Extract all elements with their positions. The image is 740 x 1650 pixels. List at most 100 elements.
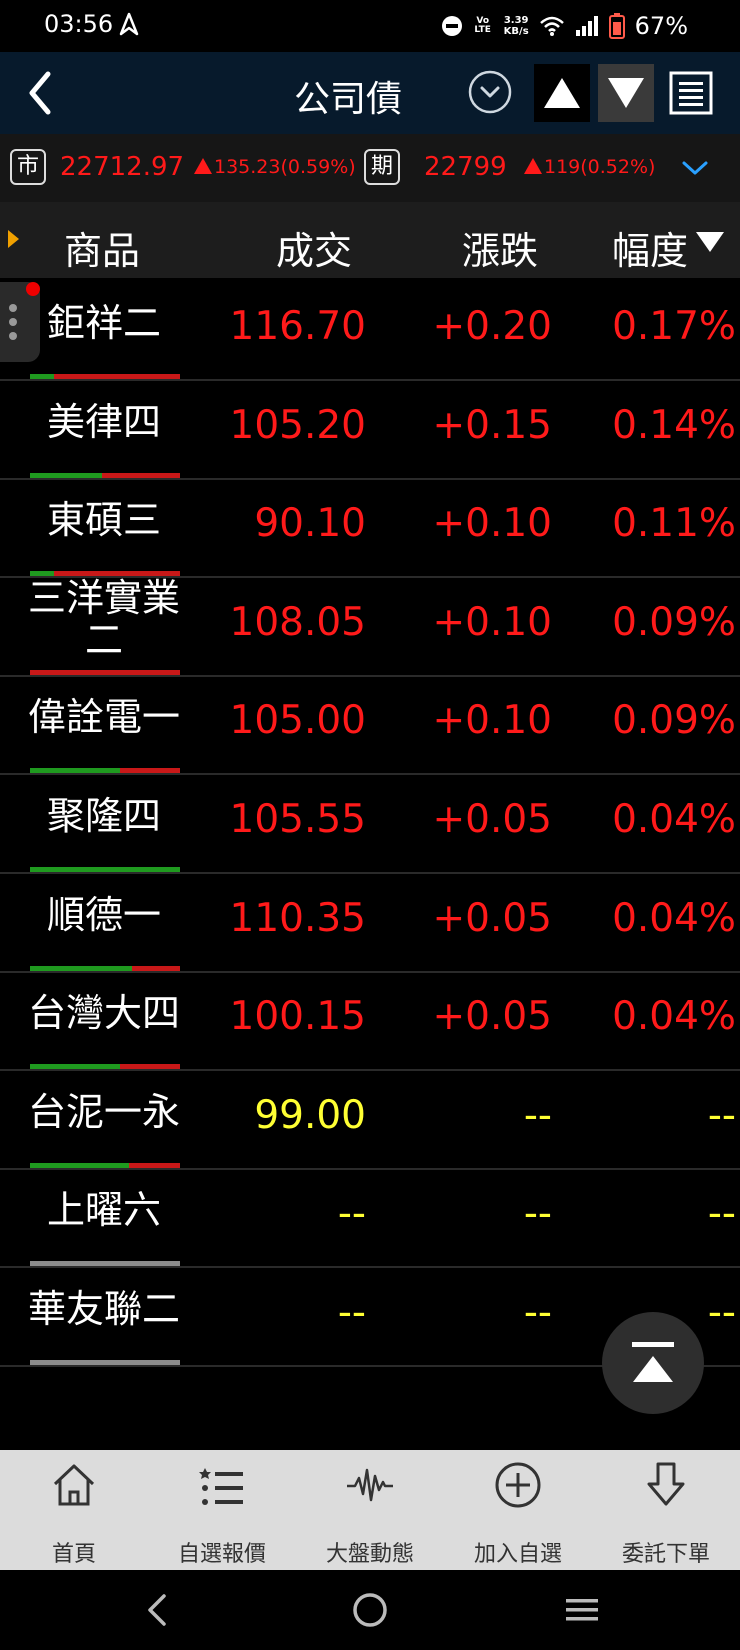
bond-name: 台灣大四 xyxy=(27,991,180,1036)
price-change: +0.10 xyxy=(432,501,552,547)
column-change[interactable]: 漲跌 xyxy=(462,220,538,275)
nav-market-pulse-label: 大盤動態 xyxy=(325,1542,414,1567)
column-percent[interactable]: 幅度 xyxy=(612,220,688,275)
change-percent: 0.04% xyxy=(612,797,736,842)
bond-name: 鉅祥二 xyxy=(46,301,161,345)
change-percent: 0.09% xyxy=(612,698,736,744)
change-percent: 0.04% xyxy=(612,895,736,941)
column-price[interactable]: 成交 xyxy=(276,220,352,275)
nav-watchlist[interactable]: 自選報價 xyxy=(148,1450,296,1570)
table-row[interactable]: 台灣大四 100.15 +0.05 0.04% xyxy=(0,968,740,1072)
price-change: -- xyxy=(523,1191,552,1237)
column-header: 商品 成交 漲跌 幅度 xyxy=(0,202,740,278)
futures-index-value: 22799 xyxy=(424,152,507,182)
nav-home-label: 首頁 xyxy=(51,1542,96,1567)
network-speed: 3.39 KB/s xyxy=(503,15,529,37)
system-home-icon[interactable] xyxy=(350,1590,390,1630)
table-row[interactable]: 鉅祥二 116.70 +0.20 0.17% xyxy=(0,278,740,381)
dot-icon xyxy=(9,332,17,340)
table-row[interactable]: 上曜六 -- -- -- xyxy=(0,1165,740,1269)
trade-price: 105.00 xyxy=(229,698,366,744)
nav-market-pulse[interactable]: 大盤動態 xyxy=(296,1450,444,1570)
nav-add-watchlist-label: 加入自選 xyxy=(473,1542,562,1567)
index-ticker-bar[interactable]: 市 22712.97 135.23(0.59%) 期 22799 119(0.5… xyxy=(0,134,740,202)
table-row[interactable]: 順德一 110.35 +0.05 0.04% xyxy=(0,870,740,973)
system-back-icon[interactable] xyxy=(138,1590,178,1630)
change-percent: 0.04% xyxy=(612,994,736,1040)
price-change: +0.10 xyxy=(432,698,552,744)
bond-name: 華友聯二 xyxy=(27,1287,180,1331)
change-percent: -- xyxy=(707,1191,736,1237)
dot-icon xyxy=(9,318,17,326)
change-percent: 0.09% xyxy=(612,599,736,645)
battery-icon xyxy=(608,13,625,39)
bond-quote-list[interactable]: 鉅祥二 116.70 +0.20 0.17% 美律四 105.20 +0.15 0.14% 東碩… xyxy=(0,278,740,1450)
bottom-navigation: 首頁 自選報價 大盤動態 加入自選 委託下單 xyxy=(0,1450,740,1570)
trade-price: 108.05 xyxy=(229,599,366,645)
price-change: -- xyxy=(523,1290,552,1335)
up-triangle-icon xyxy=(194,158,212,174)
table-row[interactable]: 偉詮電一 105.00 +0.10 0.09% xyxy=(0,672,740,776)
spot-index-change: 135.23(0.59%) xyxy=(194,156,356,178)
price-change: +0.05 xyxy=(432,797,552,842)
up-triangle-icon xyxy=(524,158,542,174)
volume-ratio-bar xyxy=(30,1360,180,1365)
notification-dot xyxy=(26,282,40,296)
table-row[interactable]: 美律四 105.20 +0.15 0.14% xyxy=(0,377,740,480)
chevron-down-icon[interactable] xyxy=(680,156,710,180)
change-percent: 0.11% xyxy=(612,501,736,547)
sort-descending-icon[interactable] xyxy=(696,232,724,252)
trade-price: 90.10 xyxy=(254,501,366,547)
bond-name: 美律四 xyxy=(46,399,161,444)
trade-price: 105.55 xyxy=(229,797,366,842)
nav-add-watchlist[interactable]: 加入自選 xyxy=(444,1450,592,1570)
bond-name: 東碩三 xyxy=(46,498,161,543)
chevron-down-circle-icon[interactable] xyxy=(468,70,512,114)
spot-market-badge: 市 xyxy=(10,149,46,185)
next-button[interactable] xyxy=(598,64,654,122)
table-row[interactable]: 三洋實業二 108.05 +0.10 0.09% xyxy=(0,574,740,677)
change-percent: -- xyxy=(707,1092,736,1138)
change-percent: 0.14% xyxy=(612,402,736,448)
price-change: +0.15 xyxy=(432,402,552,448)
table-row[interactable]: 台泥一永 99.00 -- -- xyxy=(0,1067,740,1170)
back-arrow-icon[interactable] xyxy=(14,64,70,122)
trade-price: -- xyxy=(337,1191,366,1237)
scroll-to-top-button[interactable] xyxy=(602,1312,704,1414)
wifi-icon xyxy=(539,16,564,36)
triangle-up-icon xyxy=(544,78,580,108)
previous-button[interactable] xyxy=(534,64,590,122)
status-bar: 03:56 Vo LTE 3.39 KB/s 67% xyxy=(0,0,740,52)
table-row[interactable]: 聚隆四 105.55 +0.05 0.04% xyxy=(0,771,740,874)
system-navigation-bar xyxy=(0,1570,740,1650)
scroll-top-icon xyxy=(632,1342,674,1382)
column-product[interactable]: 商品 xyxy=(64,220,140,275)
price-change: -- xyxy=(523,1092,552,1138)
nav-home[interactable]: 首頁 xyxy=(0,1450,148,1570)
expand-marker-icon[interactable] xyxy=(8,230,19,248)
table-row[interactable]: 東碩三 90.10 +0.10 0.11% xyxy=(0,475,740,579)
nav-place-order-label: 委託下單 xyxy=(621,1542,710,1567)
navigation-arrow-icon xyxy=(119,12,139,36)
price-change: +0.05 xyxy=(432,895,552,941)
add-circle-icon xyxy=(495,1462,541,1508)
home-icon xyxy=(53,1464,95,1506)
trade-price: 100.15 xyxy=(229,994,366,1040)
price-change: +0.20 xyxy=(432,304,552,349)
futures-index-change: 119(0.52%) xyxy=(524,156,655,178)
bond-name: 三洋實業二 xyxy=(27,575,180,662)
do-not-disturb-icon xyxy=(441,16,462,36)
dot-icon xyxy=(9,304,17,312)
list-menu-icon[interactable] xyxy=(668,70,714,116)
nav-place-order[interactable]: 委託下單 xyxy=(592,1450,740,1570)
trade-price: 99.00 xyxy=(254,1092,366,1138)
status-time: 03:56 xyxy=(44,10,114,38)
watchlist-icon xyxy=(199,1468,243,1505)
order-down-icon xyxy=(647,1462,685,1506)
price-change: +0.05 xyxy=(432,994,552,1040)
system-recents-icon[interactable] xyxy=(562,1590,602,1630)
nav-watchlist-label: 自選報價 xyxy=(177,1542,266,1567)
triangle-down-icon xyxy=(608,78,644,108)
volte-icon: Vo LTE xyxy=(474,16,491,35)
app-header: 公司債 xyxy=(0,52,740,134)
